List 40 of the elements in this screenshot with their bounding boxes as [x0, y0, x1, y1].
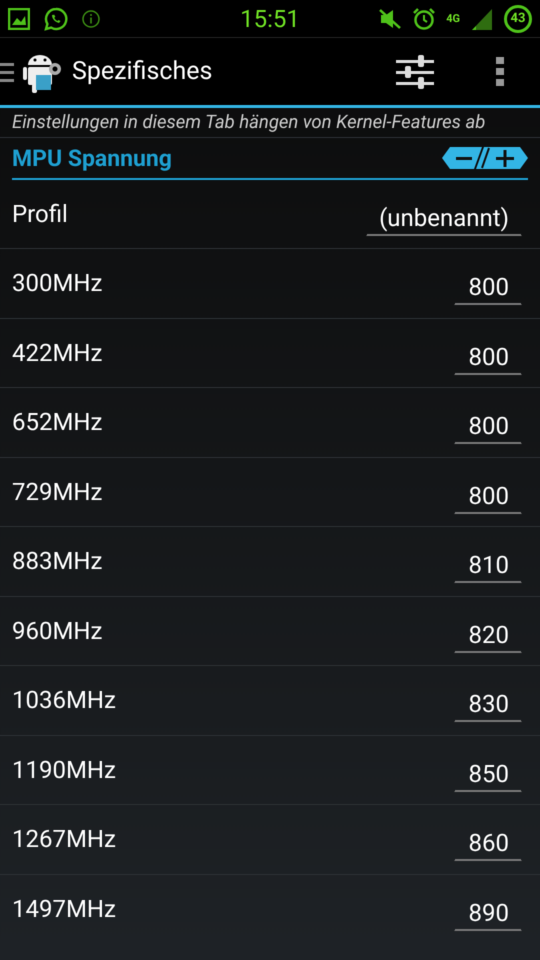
frequency-label: 652MHz	[12, 408, 102, 436]
frequency-label: 883MHz	[12, 547, 102, 576]
settings-button[interactable]	[396, 54, 434, 88]
frequency-label: 300MHz	[12, 269, 102, 298]
more-icon	[496, 56, 504, 86]
voltage-field[interactable]: 860	[454, 825, 522, 862]
frequency-label: 729MHz	[12, 478, 102, 506]
network-label: 4G	[446, 13, 460, 24]
frequency-label: 1190MHz	[12, 756, 116, 784]
kernel-note: Einstellungen in diesem Tab hängen von Kernel-Features ab	[0, 108, 540, 138]
voltage-field[interactable]: 850	[454, 756, 522, 792]
section-title: MPU Spannung	[12, 144, 172, 172]
mute-icon	[378, 8, 402, 30]
battery-indicator: 43	[504, 4, 532, 32]
frequency-label: 960MHz	[12, 616, 102, 645]
voltage-field[interactable]: 800	[454, 269, 522, 306]
screen-title: Spezifisches	[72, 57, 212, 86]
sliders-icon	[396, 54, 434, 88]
voltage-field[interactable]: 810	[454, 547, 522, 584]
voltage-field[interactable]: 800	[454, 338, 522, 375]
profile-label: Profil	[12, 200, 68, 228]
alarm-icon	[412, 6, 436, 30]
frequency-label: 422MHz	[12, 338, 102, 367]
minus-plus-toggle[interactable]	[442, 147, 528, 169]
overflow-menu-button[interactable]	[496, 56, 504, 86]
clock: 15:51	[240, 4, 300, 32]
signal-icon	[470, 6, 494, 30]
info-icon	[82, 10, 100, 28]
menu-icon	[0, 60, 14, 82]
chat-icon	[44, 6, 68, 30]
voltage-field[interactable]: 800	[454, 478, 522, 514]
frequency-label: 1036MHz	[12, 686, 116, 714]
voltage-field[interactable]: 800	[454, 408, 522, 444]
voltage-field[interactable]: 820	[454, 616, 522, 653]
frequency-label: 1497MHz	[12, 894, 116, 923]
gallery-icon	[8, 8, 30, 30]
frequency-label: 1267MHz	[12, 825, 116, 854]
voltage-field[interactable]: 830	[454, 686, 522, 722]
profile-field[interactable]: (unbenannt)	[366, 200, 522, 236]
voltage-field[interactable]: 890	[454, 894, 522, 931]
